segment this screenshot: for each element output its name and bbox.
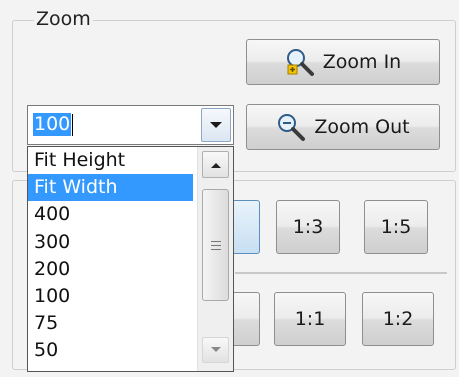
grip-line: [211, 249, 221, 250]
zoom-in-icon: [286, 49, 314, 76]
chevron-down-icon: [210, 122, 222, 128]
list-item-fit-width[interactable]: Fit Width: [28, 174, 193, 202]
list-item-400[interactable]: 400: [28, 201, 193, 228]
zoom-out-button[interactable]: Zoom Out: [246, 104, 440, 150]
ratio-label-1-5: 1:5: [380, 216, 412, 238]
zoom-combo-value[interactable]: 100: [33, 113, 72, 136]
list-item-300[interactable]: 300: [28, 229, 193, 256]
ratio-label-1-2: 1:2: [382, 308, 414, 330]
scroll-down-arrow-icon: [210, 347, 221, 352]
scroll-down-button[interactable]: [202, 337, 229, 363]
zoom-in-button[interactable]: Zoom In: [246, 39, 440, 85]
zoom-out-icon: [278, 114, 306, 141]
ratio-button-1-5[interactable]: 1:5: [364, 200, 428, 254]
ratio-label-1-3: 1:3: [292, 216, 324, 238]
scroll-up-button[interactable]: [202, 151, 229, 178]
list-vertical-scrollbar[interactable]: [197, 147, 233, 371]
grip-line: [211, 245, 221, 246]
scroll-thumb[interactable]: [202, 189, 229, 301]
list-item-200[interactable]: 200: [28, 256, 193, 283]
ratio-button-1-1[interactable]: 1:1: [274, 292, 346, 346]
zoom-group-title: Zoom: [34, 8, 93, 30]
list-item-75[interactable]: 75: [28, 310, 193, 337]
zoom-in-label: Zoom In: [322, 51, 402, 73]
list-item-100[interactable]: 100: [28, 283, 193, 310]
list-item-50[interactable]: 50: [28, 337, 193, 364]
zoom-combo-dropdown-button[interactable]: [201, 108, 231, 142]
zoom-combobox[interactable]: 100: [27, 105, 234, 145]
zoom-dropdown-list[interactable]: Fit Height Fit Width 400 300 200 100 75 …: [27, 146, 234, 372]
list-item-fit-height[interactable]: Fit Height: [28, 147, 193, 174]
ratio-button-1-2[interactable]: 1:2: [362, 292, 434, 346]
ratio-label-1-1: 1:1: [294, 308, 326, 330]
text-caret: [72, 114, 73, 136]
zoom-out-label: Zoom Out: [314, 116, 410, 138]
scroll-up-arrow-icon: [210, 162, 221, 168]
ratio-button-1-3[interactable]: 1:3: [276, 200, 340, 254]
ratio-separator: [235, 272, 447, 274]
grip-line: [211, 241, 221, 242]
